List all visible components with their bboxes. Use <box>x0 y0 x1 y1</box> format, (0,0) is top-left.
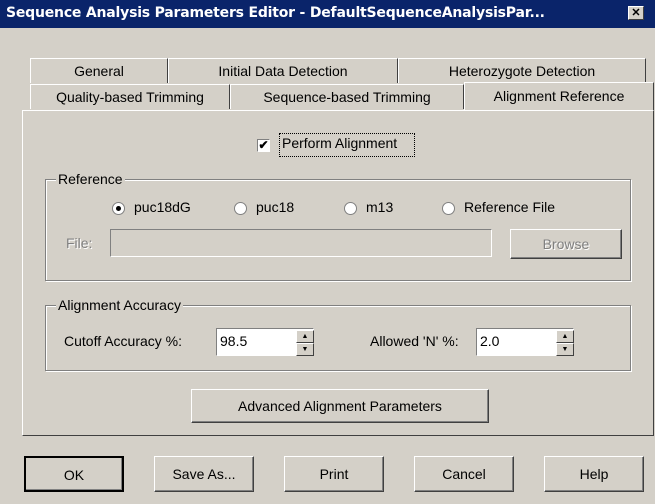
file-path-input[interactable] <box>110 229 492 257</box>
radio-m13[interactable] <box>344 202 357 215</box>
cutoff-accuracy-label: Cutoff Accuracy %: <box>64 333 183 349</box>
reference-legend: Reference <box>56 171 125 187</box>
spin-down-icon[interactable]: ▼ <box>556 343 574 356</box>
radio-puc18dg-label[interactable]: puc18dG <box>134 199 191 215</box>
allowed-n-label: Allowed 'N' %: <box>370 333 459 349</box>
print-button[interactable]: Print <box>284 456 384 492</box>
alignment-accuracy-legend: Alignment Accuracy <box>56 297 183 313</box>
radio-selected-dot <box>116 206 121 211</box>
radio-reference-file[interactable] <box>442 202 455 215</box>
tab-panel-alignment-reference: ✔ Perform Alignment Reference puc18dG pu… <box>22 110 654 436</box>
tab-quality-based-trimming[interactable]: Quality-based Trimming <box>30 84 230 109</box>
tab-heterozygote-detection[interactable]: Heterozygote Detection <box>398 58 646 83</box>
alignment-accuracy-group: Alignment Accuracy Cutoff Accuracy %: 98… <box>45 297 631 371</box>
spin-up-icon[interactable]: ▲ <box>296 330 314 343</box>
perform-alignment-label[interactable]: Perform Alignment <box>282 135 397 151</box>
radio-m13-label[interactable]: m13 <box>366 199 393 215</box>
reference-group: Reference puc18dG puc18 m13 Reference Fi… <box>45 171 631 281</box>
tab-general[interactable]: General <box>30 58 168 83</box>
ok-button[interactable]: OK <box>24 456 124 492</box>
help-button[interactable]: Help <box>544 456 644 492</box>
title-bar: Sequence Analysis Parameters Editor - De… <box>0 0 655 28</box>
browse-button[interactable]: Browse <box>510 229 622 259</box>
radio-puc18dg[interactable] <box>112 202 125 215</box>
spin-up-icon[interactable]: ▲ <box>556 330 574 343</box>
save-as-button[interactable]: Save As... <box>154 456 254 492</box>
window-title: Sequence Analysis Parameters Editor - De… <box>6 5 545 21</box>
perform-alignment-checkbox[interactable]: ✔ <box>257 139 270 152</box>
radio-puc18[interactable] <box>234 202 247 215</box>
cancel-button[interactable]: Cancel <box>414 456 514 492</box>
advanced-alignment-parameters-button[interactable]: Advanced Alignment Parameters <box>191 389 489 423</box>
tab-initial-data-detection[interactable]: Initial Data Detection <box>168 58 398 83</box>
radio-reference-file-label[interactable]: Reference File <box>464 199 555 215</box>
file-label: File: <box>66 235 93 251</box>
radio-puc18-label[interactable]: puc18 <box>256 199 294 215</box>
close-icon[interactable]: ✕ <box>628 6 644 20</box>
tab-sequence-based-trimming[interactable]: Sequence-based Trimming <box>230 84 464 109</box>
spin-down-icon[interactable]: ▼ <box>296 343 314 356</box>
tab-alignment-reference[interactable]: Alignment Reference <box>464 82 654 110</box>
